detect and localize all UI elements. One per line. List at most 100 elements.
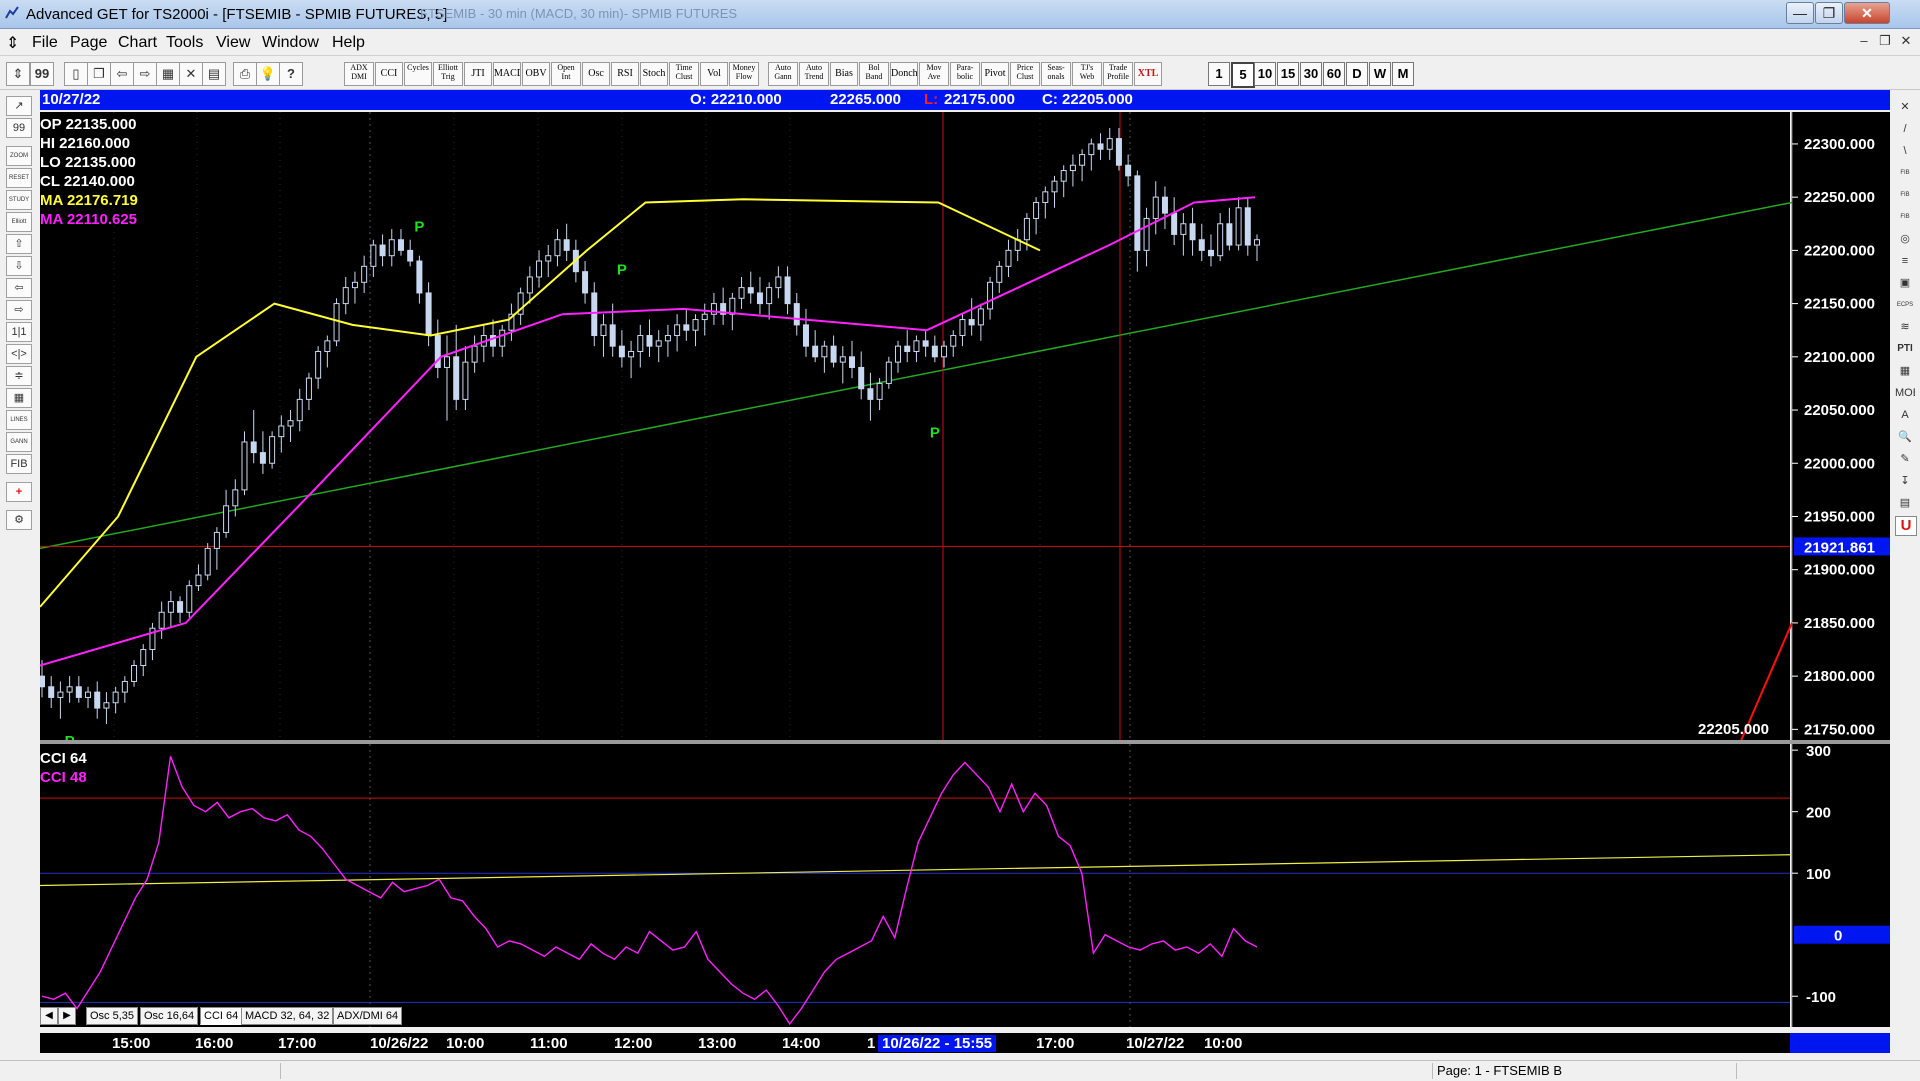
delete-icon[interactable]: ✕ — [179, 62, 203, 86]
help-icon[interactable]: ? — [279, 62, 303, 86]
mdi-minimize-button[interactable]: – — [1853, 32, 1875, 50]
menu-tools[interactable]: Tools — [166, 34, 203, 52]
study-button[interactable]: Auto Gann — [768, 62, 798, 86]
left-tool-button[interactable]: GANN — [6, 432, 32, 452]
study-button[interactable]: TJ's Web — [1072, 62, 1102, 86]
study-button[interactable]: OBV — [522, 62, 550, 86]
grid-icon[interactable]: ▦ — [156, 62, 180, 86]
timeframe-button[interactable]: 30 — [1300, 62, 1322, 86]
right-tool-button[interactable]: U — [1895, 516, 1917, 536]
right-tool-button[interactable]: MOB — [1895, 384, 1915, 402]
copy-icon[interactable]: ❐ — [87, 62, 111, 86]
left-tool-button[interactable]: 99 — [6, 118, 32, 138]
study-button[interactable]: Money Flow — [729, 62, 759, 86]
menu-file[interactable]: File — [32, 34, 58, 52]
study-button[interactable]: JTI — [464, 62, 492, 86]
right-tool-button[interactable]: ▣ — [1895, 274, 1915, 292]
left-tool-button[interactable]: + — [6, 482, 32, 502]
left-tool-button[interactable]: LINES — [6, 410, 32, 430]
mdi-close-button[interactable]: ✕ — [1895, 32, 1917, 50]
left-tool-button[interactable]: ▦ — [6, 388, 32, 408]
left-tool-button[interactable]: <|> — [6, 344, 32, 364]
study-button[interactable]: Time Clust — [669, 62, 699, 86]
study-button[interactable]: Seas-onals — [1041, 62, 1071, 86]
tab-scroll-left[interactable]: ◀ — [40, 1007, 58, 1025]
tab-scroll-right[interactable]: ▶ — [58, 1007, 76, 1025]
tab-macd[interactable]: MACD 32, 64, 32 — [241, 1007, 334, 1025]
forward-icon[interactable]: ⇨ — [133, 62, 157, 86]
left-tool-button[interactable]: ZOOM — [6, 146, 32, 166]
menu-page[interactable]: Page — [70, 34, 107, 52]
timeframe-button[interactable]: 15 — [1277, 62, 1299, 86]
study-button[interactable]: XTL — [1134, 62, 1162, 86]
right-tool-button[interactable]: ✎ — [1895, 450, 1915, 468]
timeframe-button[interactable]: W — [1369, 62, 1391, 86]
right-tool-button[interactable]: A — [1895, 406, 1915, 424]
study-button[interactable]: Vol — [700, 62, 728, 86]
mdi-restore-button[interactable]: ❐ — [1874, 32, 1896, 50]
left-tool-button[interactable]: STUDY — [6, 190, 32, 210]
tab-osc-16-64[interactable]: Osc 16,64 — [140, 1007, 199, 1025]
left-tool-button[interactable]: ⇦ — [6, 278, 32, 298]
right-tool-button[interactable]: FIB RET — [1895, 164, 1915, 182]
menu-chart[interactable]: Chart — [118, 34, 157, 52]
timeframe-button[interactable]: 60 — [1323, 62, 1345, 86]
study-button[interactable]: Mov Ave — [919, 62, 949, 86]
right-tool-button[interactable]: PTI — [1895, 340, 1915, 358]
study-button[interactable]: Stoch — [640, 62, 668, 86]
restore-button[interactable]: ❐ — [1815, 2, 1843, 24]
timeframe-button[interactable]: 10 — [1254, 62, 1276, 86]
study-button[interactable]: RSI — [611, 62, 639, 86]
back-icon[interactable]: ⇦ — [110, 62, 134, 86]
study-button[interactable]: MACD — [493, 62, 521, 86]
pointer-icon[interactable]: ⇕ — [6, 62, 30, 86]
right-tool-button[interactable]: ✕ — [1895, 98, 1915, 116]
close-button[interactable]: ✕ — [1844, 2, 1890, 24]
right-tool-button[interactable]: / — [1895, 120, 1915, 138]
study-button[interactable]: Elliott Trig — [433, 62, 463, 86]
right-tool-button[interactable]: ≡ — [1895, 252, 1915, 270]
left-tool-button[interactable]: 1|1 — [6, 322, 32, 342]
study-button[interactable]: Bol Band — [859, 62, 889, 86]
layout-icon[interactable]: ▤ — [202, 62, 226, 86]
chart-svg[interactable]: 22300.000 22250.000 22200.000 22150.000 2210… — [40, 112, 1890, 1027]
left-tool-button[interactable]: ≑ — [6, 366, 32, 386]
left-tool-button[interactable]: ⇨ — [6, 300, 32, 320]
left-tool-button[interactable]: Elliott — [6, 212, 32, 232]
study-button[interactable]: Osc — [582, 62, 610, 86]
print-icon[interactable]: ⎙ — [233, 62, 257, 86]
study-button[interactable]: Donch — [890, 62, 918, 86]
tab-cci-64[interactable]: CCI 64 — [200, 1007, 243, 1025]
timeframe-button[interactable]: M — [1392, 62, 1414, 86]
timeframe-button[interactable]: 5 — [1231, 62, 1255, 88]
left-tool-button[interactable]: ⚙ — [6, 510, 32, 530]
study-button[interactable]: Pivot — [981, 62, 1009, 86]
quote-icon[interactable]: 99 — [30, 62, 54, 86]
bulb-icon[interactable]: 💡 — [256, 62, 280, 86]
left-tool-button[interactable]: RESET — [6, 168, 32, 188]
study-button[interactable]: Bias — [830, 62, 858, 86]
menu-window[interactable]: Window — [262, 34, 319, 52]
minimize-button[interactable]: — — [1786, 2, 1814, 24]
new-page-icon[interactable]: ▯ — [64, 62, 88, 86]
menu-view[interactable]: View — [216, 34, 250, 52]
left-tool-button[interactable]: ⇧ — [6, 234, 32, 254]
chart-area[interactable]: 22300.000 22250.000 22200.000 22150.000 2210… — [40, 112, 1890, 1027]
study-button[interactable]: Cycles — [404, 62, 432, 86]
study-button[interactable]: Trade Profile — [1103, 62, 1133, 86]
right-tool-button[interactable]: ↧ — [1895, 472, 1915, 490]
tab-osc-5-35[interactable]: Osc 5,35 — [86, 1007, 139, 1025]
left-tool-button[interactable]: FIB — [6, 454, 32, 474]
study-button[interactable]: ADX DMI — [344, 62, 374, 86]
tab-adx-dmi[interactable]: ADX/DMI 64 — [333, 1007, 403, 1025]
timeframe-button[interactable]: 1 — [1208, 62, 1230, 86]
left-tool-button[interactable]: ⇩ — [6, 256, 32, 276]
study-button[interactable]: Price Clust — [1010, 62, 1040, 86]
timeframe-button[interactable]: D — [1346, 62, 1368, 86]
right-tool-button[interactable]: \ — [1895, 142, 1915, 160]
study-button[interactable]: Open Int — [551, 62, 581, 86]
study-button[interactable]: Auto Trend — [799, 62, 829, 86]
right-tool-button[interactable]: ECPS — [1895, 296, 1915, 314]
study-button[interactable]: Para-bolic — [950, 62, 980, 86]
study-button[interactable]: CCI — [375, 62, 403, 86]
